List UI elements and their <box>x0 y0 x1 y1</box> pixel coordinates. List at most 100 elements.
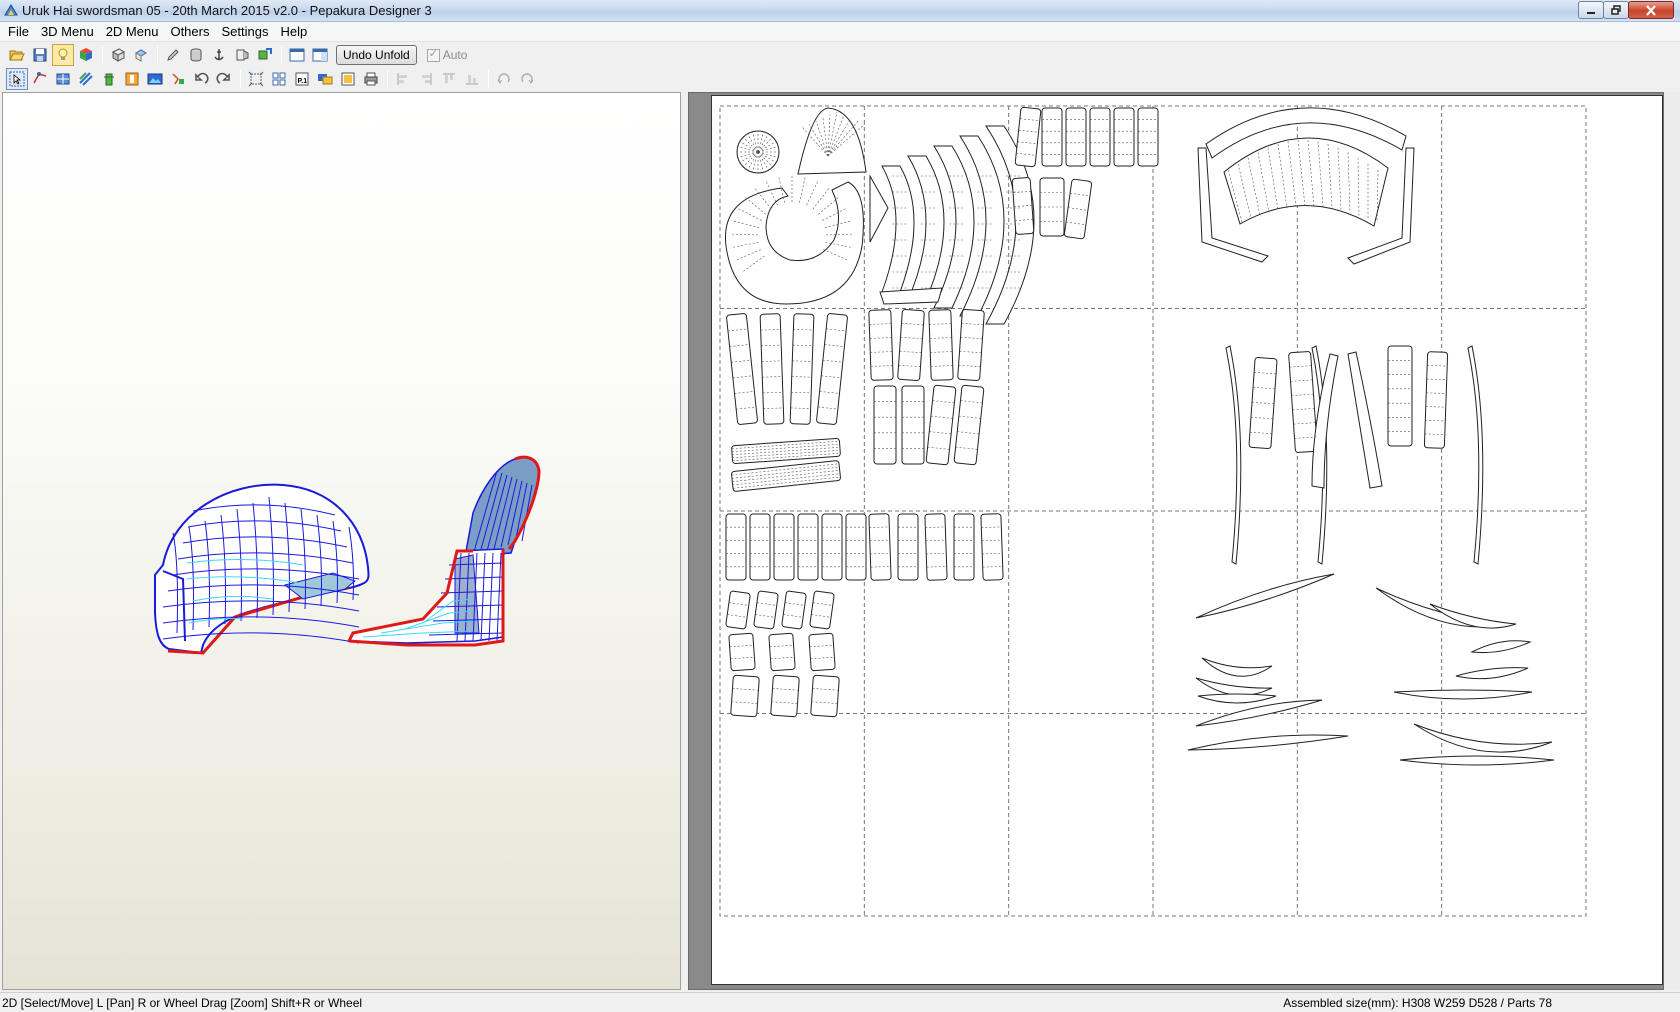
open-button[interactable] <box>6 44 28 66</box>
printer-icon <box>364 72 378 86</box>
menu-2d[interactable]: 2D Menu <box>100 22 165 42</box>
join-edge-icon <box>33 72 47 84</box>
save-icon <box>33 48 47 62</box>
fit-page-icon <box>248 71 264 87</box>
join-edge-button[interactable] <box>29 68 51 90</box>
anchor-icon <box>214 49 224 61</box>
edit-edge-button[interactable] <box>162 44 184 66</box>
window-icon <box>289 48 305 62</box>
light-toggle-button[interactable] <box>52 44 74 66</box>
open-folder-icon <box>9 50 25 61</box>
select-move-button[interactable] <box>6 68 28 90</box>
menu-others[interactable]: Others <box>164 22 215 42</box>
align-right-button[interactable] <box>415 68 437 90</box>
window-title: Uruk Hai swordsman 05 - 20th March 2015 … <box>22 3 432 18</box>
color-cube-icon <box>80 48 92 61</box>
cylinder-button[interactable] <box>185 44 207 66</box>
unfold-box-icon <box>135 49 147 62</box>
undo-unfold-button[interactable]: Undo Unfold <box>336 45 417 65</box>
rotate-part-button[interactable] <box>52 68 74 90</box>
boot-mesh[interactable] <box>347 455 541 647</box>
align-right-icon <box>422 73 432 85</box>
pepakura-window: Uruk Hai swordsman 05 - 20th March 2015 … <box>0 0 1680 1012</box>
close-icon <box>1646 4 1656 16</box>
text-button[interactable] <box>121 68 143 90</box>
fit-page-button[interactable] <box>245 68 267 90</box>
close-button[interactable] <box>1628 1 1674 19</box>
save-button[interactable] <box>29 44 51 66</box>
arrange-parts-button[interactable] <box>268 68 290 90</box>
grid-icon <box>56 73 70 85</box>
3d-model-canvas[interactable] <box>3 93 680 989</box>
pepakura-icon <box>4 4 18 16</box>
menu-help[interactable]: Help <box>274 22 313 42</box>
edge-id-icon <box>172 73 184 85</box>
align-top-button[interactable] <box>438 68 460 90</box>
3d-view-button[interactable] <box>107 44 129 66</box>
auto-checkbox[interactable]: Auto <box>426 47 468 62</box>
split-view-button[interactable] <box>286 44 308 66</box>
helmet-mesh[interactable] <box>154 483 370 655</box>
rotate-minus-90-button[interactable] <box>516 68 538 90</box>
menu-3d[interactable]: 3D Menu <box>35 22 100 42</box>
anchor-button[interactable] <box>208 44 230 66</box>
minimize-button[interactable] <box>1578 1 1604 19</box>
align-bottom-icon <box>466 75 478 85</box>
paper-icon <box>341 72 355 86</box>
rotate-90-icon <box>497 73 510 84</box>
unfolded-parts-canvas[interactable] <box>712 96 1662 984</box>
auto-checkbox-label: Auto <box>442 48 468 62</box>
title-bar: Uruk Hai swordsman 05 - 20th March 2015 … <box>0 0 1680 22</box>
flap-button[interactable] <box>231 44 253 66</box>
align-bottom-button[interactable] <box>461 68 483 90</box>
single-view-button[interactable] <box>309 44 331 66</box>
auto-checkbox-box[interactable] <box>426 47 440 62</box>
unfold-button[interactable] <box>130 44 152 66</box>
status-mode-hint: 2D [Select/Move] L [Pan] R or Wheel Drag… <box>2 996 363 1010</box>
text-frame-icon <box>125 72 139 86</box>
texture-button[interactable] <box>75 44 97 66</box>
menu-bar: File 3D Menu 2D Menu Others Settings Hel… <box>0 22 1680 42</box>
undo-button[interactable] <box>190 68 212 90</box>
redo-icon <box>216 72 230 84</box>
restore-icon <box>1611 5 1621 15</box>
menu-settings[interactable]: Settings <box>215 22 274 42</box>
layout-icon <box>318 74 333 85</box>
page-number-button[interactable]: P.1 <box>291 68 313 90</box>
2d-view-pane[interactable] <box>688 92 1664 990</box>
print-layout-button[interactable] <box>314 68 336 90</box>
align-left-icon <box>397 73 407 85</box>
svg-text:P.1: P.1 <box>298 78 308 85</box>
add-flap-button[interactable] <box>98 68 120 90</box>
fold-line-button[interactable] <box>75 68 97 90</box>
image-icon <box>147 73 163 85</box>
paper-settings-button[interactable] <box>337 68 359 90</box>
restore-button[interactable] <box>1603 1 1629 19</box>
redo-button[interactable] <box>213 68 235 90</box>
parts-button[interactable] <box>254 44 276 66</box>
3d-view-pane[interactable] <box>2 92 681 990</box>
window-2-icon <box>312 48 328 62</box>
image-button[interactable] <box>144 68 166 90</box>
select-arrow-icon <box>9 71 25 87</box>
status-bar: 2D [Select/Move] L [Pan] R or Wheel Drag… <box>0 992 1680 1012</box>
vertical-scrollbar[interactable] <box>1664 92 1680 990</box>
edge-id-button[interactable] <box>167 68 189 90</box>
rotate-90-button[interactable] <box>493 68 515 90</box>
parts-icon <box>258 48 272 60</box>
arrange-icon <box>272 72 286 86</box>
print-button[interactable] <box>360 68 382 90</box>
rotate-minus-90-icon <box>521 73 534 84</box>
align-left-button[interactable] <box>392 68 414 90</box>
page-number-icon: P.1 <box>295 72 309 86</box>
align-top-icon <box>443 73 455 83</box>
minimize-icon <box>1587 12 1595 14</box>
toolbar-2d: P.1 <box>0 67 1680 91</box>
cylinder-icon <box>190 48 202 62</box>
toolbar-main: Undo Unfold Auto <box>0 43 1680 67</box>
pencil-icon <box>167 49 179 61</box>
light-bulb-icon <box>58 48 68 60</box>
menu-file[interactable]: File <box>2 22 35 42</box>
flap-icon <box>236 49 249 61</box>
flap-add-icon <box>104 73 114 86</box>
